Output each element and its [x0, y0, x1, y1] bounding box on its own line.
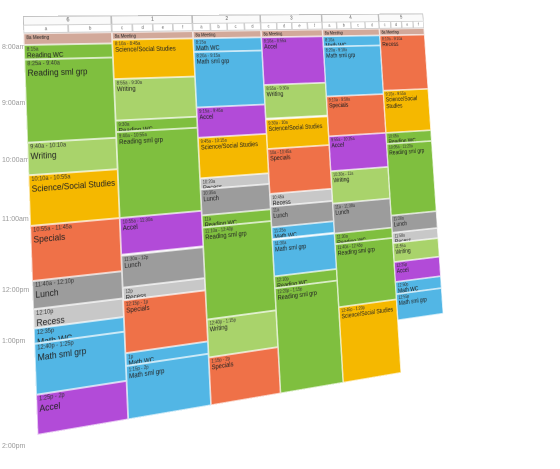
sub-column-header: b: [336, 21, 352, 30]
schedule-event[interactable]: 1:15p - 2p Specials: [208, 346, 281, 406]
sub-column-header: c: [111, 23, 133, 33]
schedule-event[interactable]: 11:40a - 12:45p Reading sml grp: [335, 237, 397, 308]
sub-column-header: a: [192, 22, 211, 32]
day-column: 6 a b 8a Meeting 8:15a Reading WC 8:25a - 9:40…: [22, 15, 129, 435]
schedule-event[interactable]: 9:55a - 10:25a Accel: [328, 132, 389, 172]
schedule-event[interactable]: 8:25a - 9:40a Reading sml grp: [24, 57, 117, 143]
schedule-grid: 6 a b 8a Meeting 8:15a Reading WC 8:25a - 9:40…: [22, 13, 462, 435]
schedule-event[interactable]: 8:10a - 9:10a Recess: [379, 34, 429, 91]
schedule-event[interactable]: 9:45a - 10:15a Science/Social Studies: [197, 134, 269, 179]
sub-column-header: f: [172, 23, 193, 32]
schedule-event[interactable]: 11:10a - 12:40p Reading sml grp: [202, 221, 277, 320]
sub-column-header: c: [260, 22, 277, 31]
schedule-event[interactable]: 9:10a - 9:55a Science/Social Studies: [383, 88, 431, 133]
schedule-event[interactable]: 10a - 10:45a Specials: [267, 145, 332, 195]
schedule-event[interactable]: 9:40a - 10:55a Reading sml grp: [116, 127, 202, 218]
event-title: Specials: [328, 102, 349, 110]
sub-column-header: d: [132, 23, 153, 32]
schedule-view: 8:00am 9:00am 10:00am 11:00am 12:00pm 1:00pm 2…: [0, 0, 560, 469]
sub-column-header: e: [152, 23, 174, 32]
perspective-wrapper: 6 a b 8a Meeting 8:15a Reading WC 8:25a - 9:40…: [0, 0, 560, 469]
schedule-event[interactable]: 8:20a - 9:15a Math sml grp: [193, 50, 265, 108]
event-title: Writing: [116, 86, 136, 94]
schedule-event[interactable]: 8:10a - 8:55a Accel: [261, 36, 326, 85]
schedule-event[interactable]: 10:55a - 11:45a Specials: [30, 217, 122, 282]
event-title: Accel: [263, 44, 278, 51]
sub-column-header: e: [291, 21, 308, 30]
event-title: Writing: [266, 90, 284, 98]
sub-column-header: f: [306, 21, 323, 30]
schedule-event[interactable]: 8:20a - 9:10a Math sml grp: [323, 45, 384, 97]
schedule-event[interactable]: 1:15p - 2p Math sml grp: [125, 354, 211, 420]
event-title: Science/Social Studies: [115, 46, 176, 54]
schedule-event[interactable]: 10:10a - 10:55a Science/Social Studies: [28, 169, 120, 226]
sub-column-header: c: [226, 22, 245, 31]
schedule-event[interactable]: 12:55p Math sml grp: [396, 287, 444, 320]
event-title: Reading sml grp: [27, 66, 88, 78]
schedule-event[interactable]: 8:55a - 9:30a Writing: [113, 76, 197, 121]
schedule-event[interactable]: 8:10a - 8:45a Science/Social Studies: [112, 38, 196, 80]
event-title: Math sml grp: [196, 58, 230, 66]
event-title: Recess: [382, 41, 399, 48]
schedule-event[interactable]: 12:20p - 1:15p Reading sml grp: [274, 280, 344, 394]
schedule-event[interactable]: 9:10a - 9:50a Specials: [326, 94, 386, 137]
event-title: 8a Meeting: [26, 34, 50, 42]
schedule-event[interactable]: 12:45p - 1:20p Science/Social Studies: [338, 299, 402, 383]
sub-column-header: a: [321, 21, 337, 30]
sub-column-header: b: [209, 22, 228, 31]
sub-column-header: d: [276, 22, 293, 31]
schedule-event[interactable]: 8:55a - 9:30a Writing: [263, 82, 328, 120]
schedule-event[interactable]: 9:15a - 9:45a Accel: [196, 104, 267, 139]
schedule-event[interactable]: 9:30a - 10a Science/Social Studies: [265, 115, 330, 150]
event-title: Science/Social Studies: [385, 95, 418, 110]
event-title: Reading sml grp: [389, 148, 425, 157]
schedule-event[interactable]: 10:30a - 11a Writing: [330, 166, 391, 204]
sub-column-header: c: [378, 21, 391, 29]
schedule-event[interactable]: 10:05a - 11:20a Reading sml grp: [386, 141, 437, 216]
sub-column-header: d: [243, 22, 261, 31]
event-title: Math sml grp: [325, 52, 356, 60]
